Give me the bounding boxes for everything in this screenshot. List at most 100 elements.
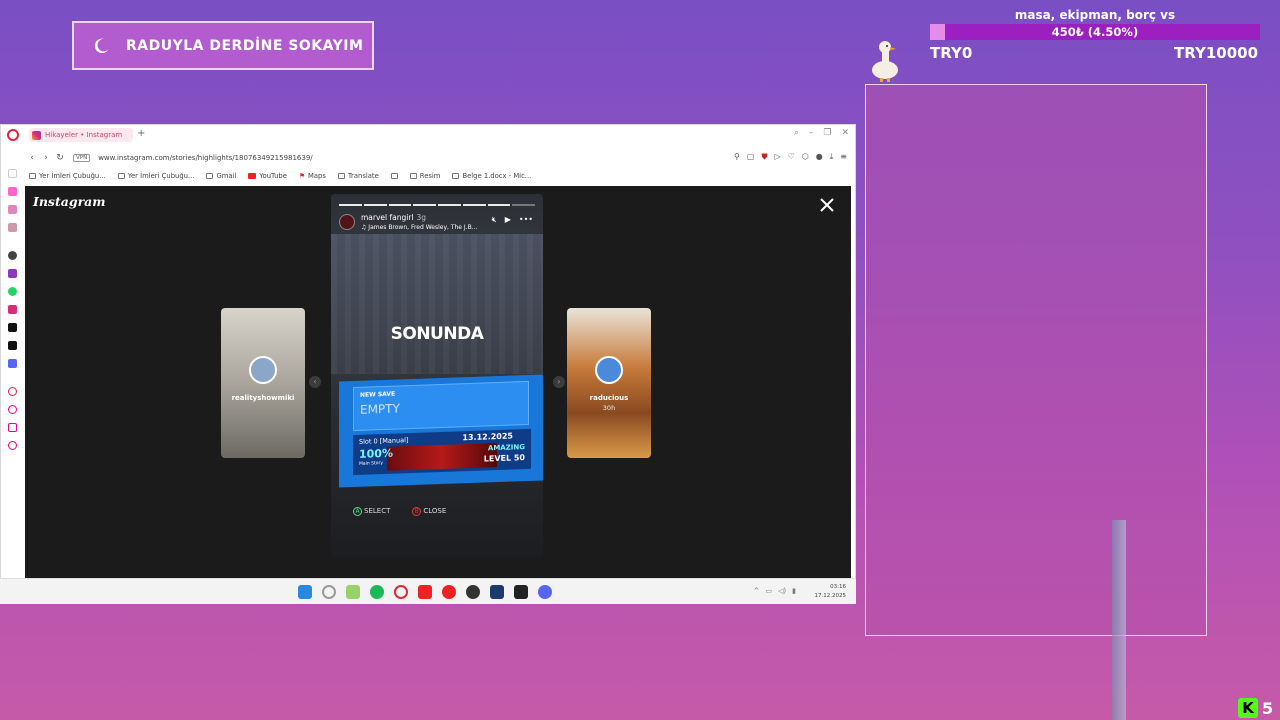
bookmark-item[interactable]: ⚑ Maps xyxy=(299,172,326,180)
snapshot-icon[interactable]: ▢ xyxy=(747,152,755,162)
window-controls: ⌕ – ❐ ✕ xyxy=(794,128,849,138)
browser-window: Hikayeler • Instagram + ⌕ – ❐ ✕ ‹ › ↻ VP… xyxy=(0,124,856,604)
network-icon[interactable]: ▭ xyxy=(765,587,772,595)
save-thumbnail xyxy=(387,443,497,471)
bookmark-item[interactable]: Yer İmleri Çubuğu... xyxy=(29,172,106,180)
epic-games-icon[interactable] xyxy=(514,585,528,599)
back-icon[interactable]: ‹ xyxy=(25,153,39,163)
goal-progress-text: 450₺ (4.50%) xyxy=(1051,25,1139,39)
game-save-screen: NEW SAVE EMPTY Slot 0 [Manual] 13.12.202… xyxy=(339,374,543,488)
clock-icon[interactable] xyxy=(8,405,17,414)
tab-title: Hikayeler • Instagram xyxy=(45,131,123,139)
bookmark-item[interactable]: Belge 1.docx - Mic... xyxy=(452,172,531,180)
discord-icon[interactable] xyxy=(8,359,17,368)
battery-icon[interactable]: ▮ xyxy=(792,587,796,595)
workspace-icon[interactable] xyxy=(8,205,17,214)
player-icon[interactable] xyxy=(8,387,17,396)
forward-icon[interactable]: › xyxy=(39,153,53,163)
url-field[interactable]: www.instagram.com/stories/highlights/180… xyxy=(98,154,312,162)
avatar[interactable] xyxy=(339,214,355,230)
pin-icon[interactable]: ⚲ xyxy=(734,152,740,162)
new-tab-button[interactable]: + xyxy=(137,128,145,139)
aria-icon[interactable] xyxy=(8,187,17,196)
bookmark-item[interactable]: Yer İmleri Çubuğu... xyxy=(117,172,194,180)
extensions-icon[interactable]: ⬡ xyxy=(802,152,809,162)
page-icon xyxy=(337,173,345,179)
opera-icon[interactable] xyxy=(394,585,408,599)
next-story-username: raducious xyxy=(589,394,629,402)
taskbar-apps xyxy=(298,585,552,599)
tab-instagram[interactable]: Hikayeler • Instagram xyxy=(29,128,133,142)
profile-icon[interactable]: ● xyxy=(816,152,823,162)
viewer-badge: K 5 xyxy=(1238,696,1280,720)
more-options-icon[interactable]: ••• xyxy=(519,215,533,225)
close-window-icon[interactable]: ✕ xyxy=(841,128,849,138)
instagram-sidebar-icon[interactable] xyxy=(8,305,17,314)
next-story-card[interactable]: raducious 30h xyxy=(567,308,651,458)
prev-story-card[interactable]: realityshowmiki xyxy=(221,308,305,458)
menu-icon[interactable]: ≡ xyxy=(840,152,847,162)
goal-label: masa, ekipman, borç vs xyxy=(1014,8,1176,22)
moon-icon xyxy=(94,38,109,53)
history-icon[interactable] xyxy=(8,169,17,178)
search-icon[interactable]: ⌕ xyxy=(794,128,799,138)
story-frame[interactable]: marvel fangirl 3g ♫ James Brown, Fred Wes… xyxy=(331,194,543,558)
system-tray: ^ ▭ ◁) ▮ xyxy=(754,587,796,595)
story-music[interactable]: ♫ James Brown, Fred Wesley, The J.B... xyxy=(361,224,477,231)
windows-start-icon[interactable] xyxy=(298,585,312,599)
shield-icon[interactable]: ⛊ xyxy=(761,152,767,162)
minimize-icon[interactable]: – xyxy=(809,128,814,138)
vpn-badge[interactable]: VPN xyxy=(73,154,91,162)
play-icon[interactable]: ▷ xyxy=(774,152,780,162)
opera-logo-icon[interactable] xyxy=(7,129,19,141)
close-icon[interactable] xyxy=(820,198,834,212)
messenger-icon[interactable] xyxy=(8,223,17,232)
discord-icon[interactable] xyxy=(538,585,552,599)
media-player-icon[interactable] xyxy=(442,585,456,599)
instagram-story-viewer: Instagram realityshowmiki ‹ marvel fangi… xyxy=(25,186,851,579)
tiktok-icon[interactable] xyxy=(8,323,17,332)
bookmark-item[interactable]: YouTube xyxy=(248,172,287,180)
steam-icon[interactable] xyxy=(490,585,504,599)
app-icon[interactable] xyxy=(346,585,360,599)
settings-icon[interactable] xyxy=(8,441,17,450)
chevron-up-icon[interactable]: ^ xyxy=(754,587,760,595)
play-icon[interactable]: ▶ xyxy=(505,215,511,225)
map-pin-icon: ⚑ xyxy=(298,172,306,180)
goal-min-label: TRY0 xyxy=(930,44,973,62)
flow-icon[interactable] xyxy=(8,423,17,432)
game-button-hints: A SELECT B CLOSE xyxy=(353,507,446,516)
bookmark-item[interactable]: Translate xyxy=(337,172,379,180)
story-username: marvel fangirl xyxy=(361,213,414,222)
restore-icon[interactable]: ❐ xyxy=(823,128,831,138)
bookmark-item[interactable]: Gmail xyxy=(206,172,236,180)
youtube-icon[interactable] xyxy=(418,585,432,599)
bookmarks-bar: Yer İmleri Çubuğu... Yer İmleri Çubuğu..… xyxy=(29,170,531,182)
instagram-logo[interactable]: Instagram xyxy=(33,194,106,209)
spotify-icon[interactable] xyxy=(370,585,384,599)
gx-icon[interactable] xyxy=(8,569,17,578)
next-story-time: 30h xyxy=(602,404,616,412)
download-icon[interactable]: ⤓ xyxy=(830,152,834,162)
taskbar-clock[interactable]: 03:16 17.12.2025 xyxy=(815,583,847,601)
twitch-icon[interactable] xyxy=(8,269,17,278)
obs-icon[interactable] xyxy=(466,585,480,599)
folder-icon xyxy=(29,173,36,179)
duck-mascot-icon xyxy=(872,41,898,82)
story-username-row[interactable]: marvel fangirl 3g xyxy=(361,213,426,222)
search-icon[interactable] xyxy=(322,585,336,599)
story-controls: 🔇︎ ▶ ••• xyxy=(492,215,533,225)
page-icon xyxy=(409,173,417,179)
bookmark-item[interactable] xyxy=(390,173,398,179)
x-icon[interactable] xyxy=(8,341,17,350)
prev-arrow-icon[interactable]: ‹ xyxy=(309,376,321,388)
bookmark-item[interactable]: Resim xyxy=(409,172,440,180)
whatsapp-icon[interactable] xyxy=(8,287,17,296)
reload-icon[interactable]: ↻ xyxy=(53,153,67,163)
folder-icon xyxy=(117,173,125,179)
volume-icon[interactable]: ◁) xyxy=(778,587,786,595)
heart-icon[interactable]: ♡ xyxy=(788,152,795,162)
mute-icon[interactable]: 🔇︎ xyxy=(492,215,497,225)
chatgpt-icon[interactable] xyxy=(8,251,17,260)
next-arrow-icon[interactable]: › xyxy=(553,376,565,388)
